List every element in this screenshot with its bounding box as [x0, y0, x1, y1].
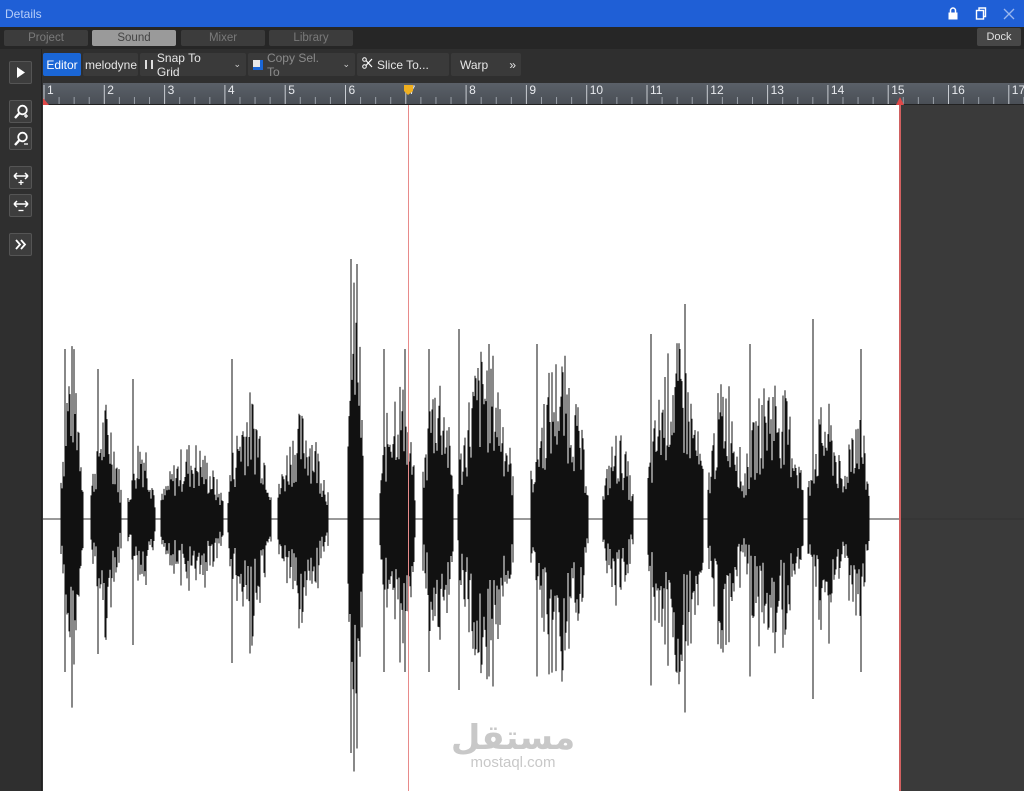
left-toolbar: [0, 49, 42, 791]
tab-library[interactable]: Library: [269, 30, 353, 46]
waveform-path: [60, 259, 870, 772]
waveform: [43, 259, 1024, 772]
watermark-arabic: مستقل: [450, 718, 576, 758]
dock-button[interactable]: Dock: [977, 28, 1021, 46]
region-start-flag: [43, 98, 49, 105]
ruler-label: 9: [529, 83, 536, 97]
close-icon[interactable]: [1002, 7, 1016, 21]
ruler-label: 1: [47, 83, 54, 97]
ruler-label: 11: [650, 83, 663, 97]
slice-label: Slice To...: [377, 57, 429, 72]
region-end-marker[interactable]: [899, 105, 901, 791]
tab-sound[interactable]: Sound: [92, 30, 176, 46]
window-title: Details: [5, 6, 42, 21]
ruler-label: 6: [349, 83, 356, 97]
copy-selection-dropdown[interactable]: Copy Sel. To ⌄: [248, 50, 355, 79]
ruler-label: 10: [590, 83, 604, 97]
chevron-down-icon: ⌄: [342, 59, 350, 69]
title-bar: Details: [0, 0, 1024, 27]
lock-icon[interactable]: [946, 7, 960, 21]
warp-label: Warp: [460, 57, 489, 72]
waveform-editor[interactable]: [43, 105, 1024, 791]
snap-label: Snap To Grid: [156, 50, 201, 79]
warp-button[interactable]: Warp »: [451, 53, 521, 76]
watermark: مستقل mostaql.com: [448, 720, 578, 771]
play-icon[interactable]: [9, 61, 32, 84]
expand-horizontal-icon[interactable]: [9, 166, 32, 189]
zoom-in-icon[interactable]: [9, 100, 32, 123]
ruler-label: 3: [168, 83, 175, 97]
snap-to-grid-dropdown[interactable]: Snap To Grid ⌄: [140, 50, 246, 79]
editor-toolbar: Editor melodyne Snap To Grid ⌄ Copy Sel.…: [43, 50, 521, 79]
ruler-label: 13: [771, 83, 785, 97]
ruler-label: 14: [831, 83, 845, 97]
ruler-ticks: 1234567891011121314151617: [43, 83, 1024, 105]
more-options-icon: »: [509, 57, 516, 72]
ruler-label: 8: [469, 83, 476, 97]
snap-icon: [145, 60, 153, 69]
timeline-ruler[interactable]: 1234567891011121314151617: [43, 83, 1024, 105]
tab-mixer[interactable]: Mixer: [181, 30, 265, 46]
chevron-down-icon: ⌄: [233, 59, 241, 69]
melodyne-button[interactable]: melodyne: [83, 53, 138, 76]
slice-to-button[interactable]: Slice To...: [357, 53, 449, 76]
ruler-label: 16: [952, 83, 966, 97]
playhead[interactable]: [408, 105, 409, 791]
zoom-out-icon[interactable]: [9, 127, 32, 150]
restore-icon[interactable]: [974, 7, 988, 21]
copy-icon: [253, 59, 263, 70]
tab-row: Project Sound Mixer Library Dock: [0, 27, 1024, 49]
more-icon[interactable]: [9, 233, 32, 256]
ruler-label: 4: [228, 83, 235, 97]
shrink-horizontal-icon[interactable]: [9, 194, 32, 217]
ruler-label: 15: [891, 83, 905, 97]
details-window: Details Project Sound Mixer Library Dock: [0, 0, 1024, 791]
tab-project[interactable]: Project: [4, 30, 88, 46]
ruler-label: 17: [1012, 83, 1024, 97]
ruler-label: 5: [288, 83, 295, 97]
ruler-label: 2: [107, 83, 114, 97]
scissors-icon: [362, 57, 373, 72]
ruler-label: 12: [710, 83, 724, 97]
editor-button[interactable]: Editor: [43, 53, 81, 76]
copy-label: Copy Sel. To: [266, 50, 319, 79]
